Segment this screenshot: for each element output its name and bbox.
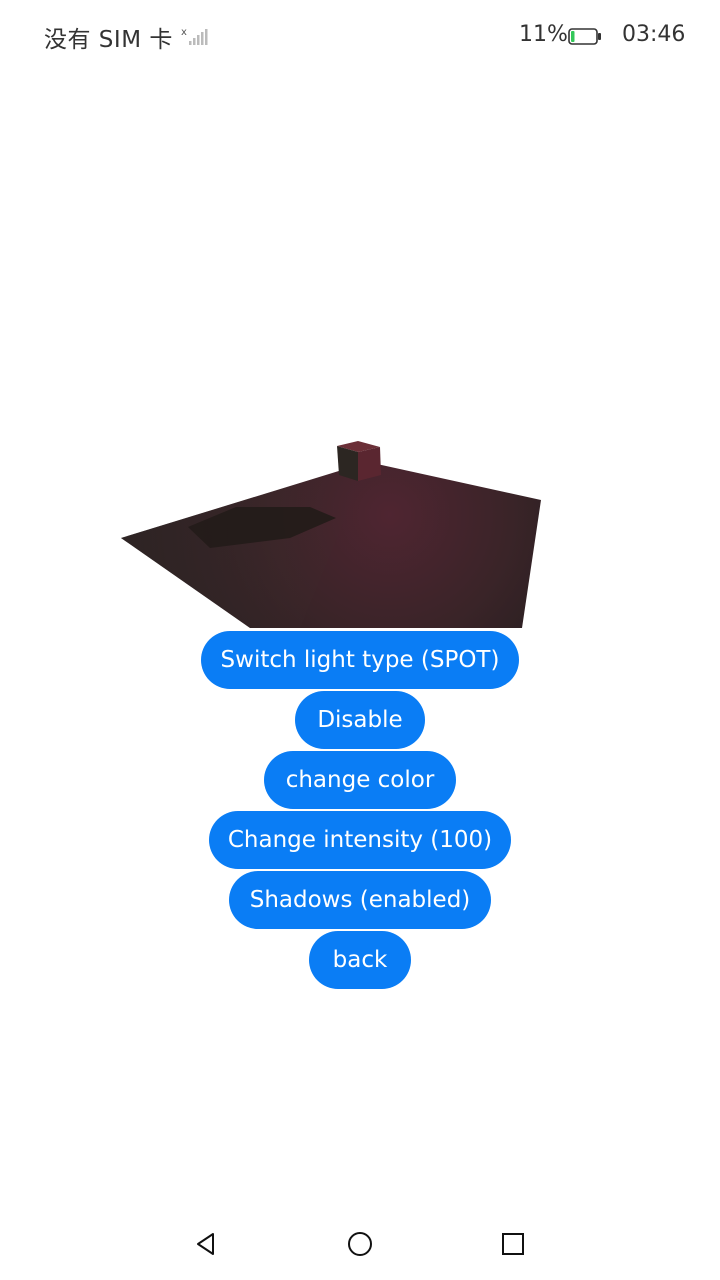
- change-color-button[interactable]: change color: [264, 751, 456, 809]
- nav-recent-icon[interactable]: [499, 1230, 527, 1258]
- svg-text:x: x: [181, 27, 187, 38]
- navigation-bar: [0, 1210, 720, 1280]
- change-intensity-button[interactable]: Change intensity (100): [209, 811, 511, 869]
- clock: 03:46: [622, 22, 686, 47]
- screen: 没有 SIM 卡 x 11% 03:46 Switch light type (…: [0, 0, 720, 1280]
- nav-home-icon[interactable]: [346, 1230, 374, 1258]
- cube-right: [358, 447, 381, 481]
- status-bar: 没有 SIM 卡 x 11% 03:46: [0, 0, 720, 72]
- battery-percent: 11%: [519, 22, 568, 47]
- no-signal-icon: x: [181, 27, 208, 45]
- 3d-scene-viewport[interactable]: [0, 380, 720, 630]
- carrier-label: 没有 SIM 卡: [44, 27, 173, 53]
- battery-icon: [568, 28, 601, 45]
- shadows-toggle-button[interactable]: Shadows (enabled): [229, 871, 491, 929]
- back-button[interactable]: back: [309, 931, 411, 989]
- disable-button[interactable]: Disable: [295, 691, 425, 749]
- nav-back-icon[interactable]: [193, 1230, 221, 1258]
- switch-light-type-button[interactable]: Switch light type (SPOT): [201, 631, 519, 689]
